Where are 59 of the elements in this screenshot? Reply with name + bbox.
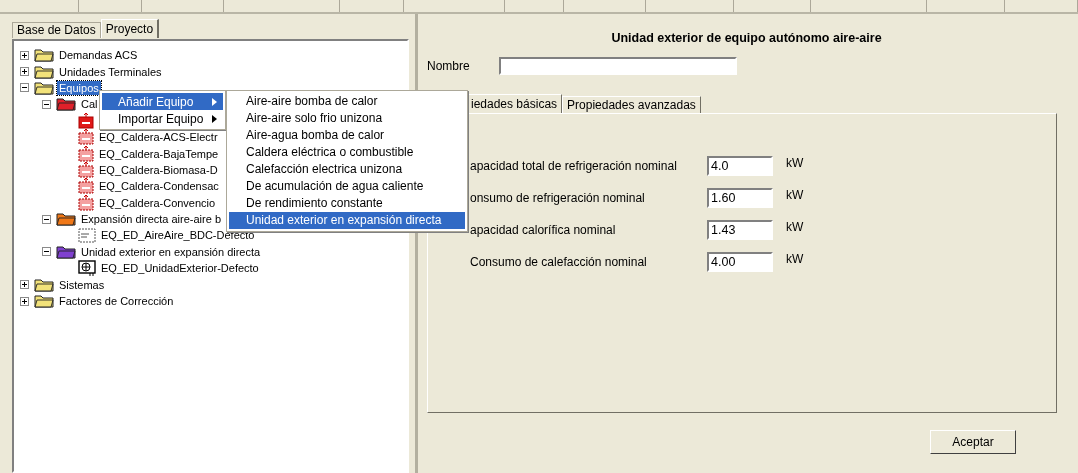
unit-icon (78, 228, 96, 243)
field-label: apacidad calorífica nominal (470, 223, 617, 237)
expand-icon[interactable] (20, 296, 29, 306)
accept-button[interactable]: Aceptar (930, 430, 1016, 454)
collapse-icon[interactable] (42, 99, 51, 109)
unit-label: kW (786, 220, 804, 234)
tree-item[interactable]: Unidad exterior en expansión directa (79, 244, 263, 259)
field-label: apacidad total de refrigeración nominal (470, 159, 678, 173)
tree-item[interactable]: Factores de Corrección (57, 294, 176, 309)
tree-item[interactable]: EQ_ED_UnidadExterior-Defecto (99, 261, 261, 276)
field-label: Consumo de calefacción nominal (470, 255, 648, 269)
value-field[interactable]: 1.43 (707, 220, 773, 240)
expand-icon[interactable] (20, 50, 29, 60)
field-label: Nombre (427, 59, 471, 73)
tree-item[interactable]: EQ_Caldera-Convencio (97, 195, 218, 210)
boiler-icon (78, 112, 94, 129)
tab[interactable]: Propiedades avanzadas (562, 96, 701, 113)
menu-item[interactable]: Importar Equipo (102, 110, 223, 127)
fan-unit-icon (78, 260, 96, 277)
boiler-icon (78, 161, 94, 178)
collapse-icon[interactable] (42, 247, 51, 257)
value-field[interactable]: 4.0 (707, 156, 773, 176)
tab[interactable]: Base de Datos (12, 22, 101, 38)
boiler-icon (78, 145, 94, 162)
boiler-icon (78, 178, 94, 195)
menu-item[interactable]: De acumulación de agua caliente (229, 178, 465, 195)
form-title: Unidad exterior de equipo autónomo aire-aire (610, 31, 883, 47)
menu-item[interactable]: De rendimiento constante (229, 195, 465, 212)
field-label: onsumo de refrigeración nominal (470, 191, 646, 205)
menu-item[interactable]: Añadir Equipo (102, 93, 223, 110)
collapse-icon[interactable] (20, 83, 29, 93)
boiler-icon (78, 129, 94, 146)
value-field[interactable]: 1.60 (707, 188, 773, 208)
boiler-icon (78, 194, 94, 211)
tree-item[interactable]: Unidades Terminales (57, 64, 164, 79)
menu-item[interactable]: Caldera eléctrica o combustible (229, 144, 465, 161)
tree-item[interactable]: EQ_Caldera-Condensac (97, 179, 221, 194)
tree-item[interactable]: Demandas ACS (57, 48, 140, 63)
collapse-icon[interactable] (42, 214, 51, 224)
menu-item[interactable]: Aire-agua bomba de calor (229, 127, 465, 144)
unit-label: kW (786, 252, 804, 266)
tab[interactable]: Proyecto (100, 19, 160, 38)
tree-item[interactable]: Expansión directa aire-aire b (79, 212, 224, 227)
value-field[interactable]: 4.00 (707, 252, 773, 272)
menu-item[interactable]: Unidad exterior en expansión directa (229, 212, 465, 229)
expand-icon[interactable] (20, 280, 29, 290)
menu-item[interactable]: Calefacción electrica unizona (229, 161, 465, 178)
expand-icon[interactable] (20, 67, 29, 77)
unit-label: kW (786, 156, 804, 170)
name-field[interactable] (499, 57, 737, 75)
tree-item[interactable]: EQ_Caldera-BajaTempe (97, 146, 221, 161)
tree-item[interactable]: Equipos (57, 80, 101, 95)
tree-item[interactable]: EQ_ED_AireAire_BDC-Defecto (99, 228, 257, 243)
tree-item[interactable]: Cal (79, 97, 100, 112)
tree-item[interactable]: Sistemas (57, 277, 107, 292)
tree-item[interactable]: EQ_Caldera-ACS-Electr (97, 130, 220, 145)
menu-item[interactable]: Aire-aire solo frio unizona (229, 110, 465, 127)
unit-label: kW (786, 188, 804, 202)
tree-item[interactable]: EQ_Caldera-Biomasa-D (97, 162, 220, 177)
